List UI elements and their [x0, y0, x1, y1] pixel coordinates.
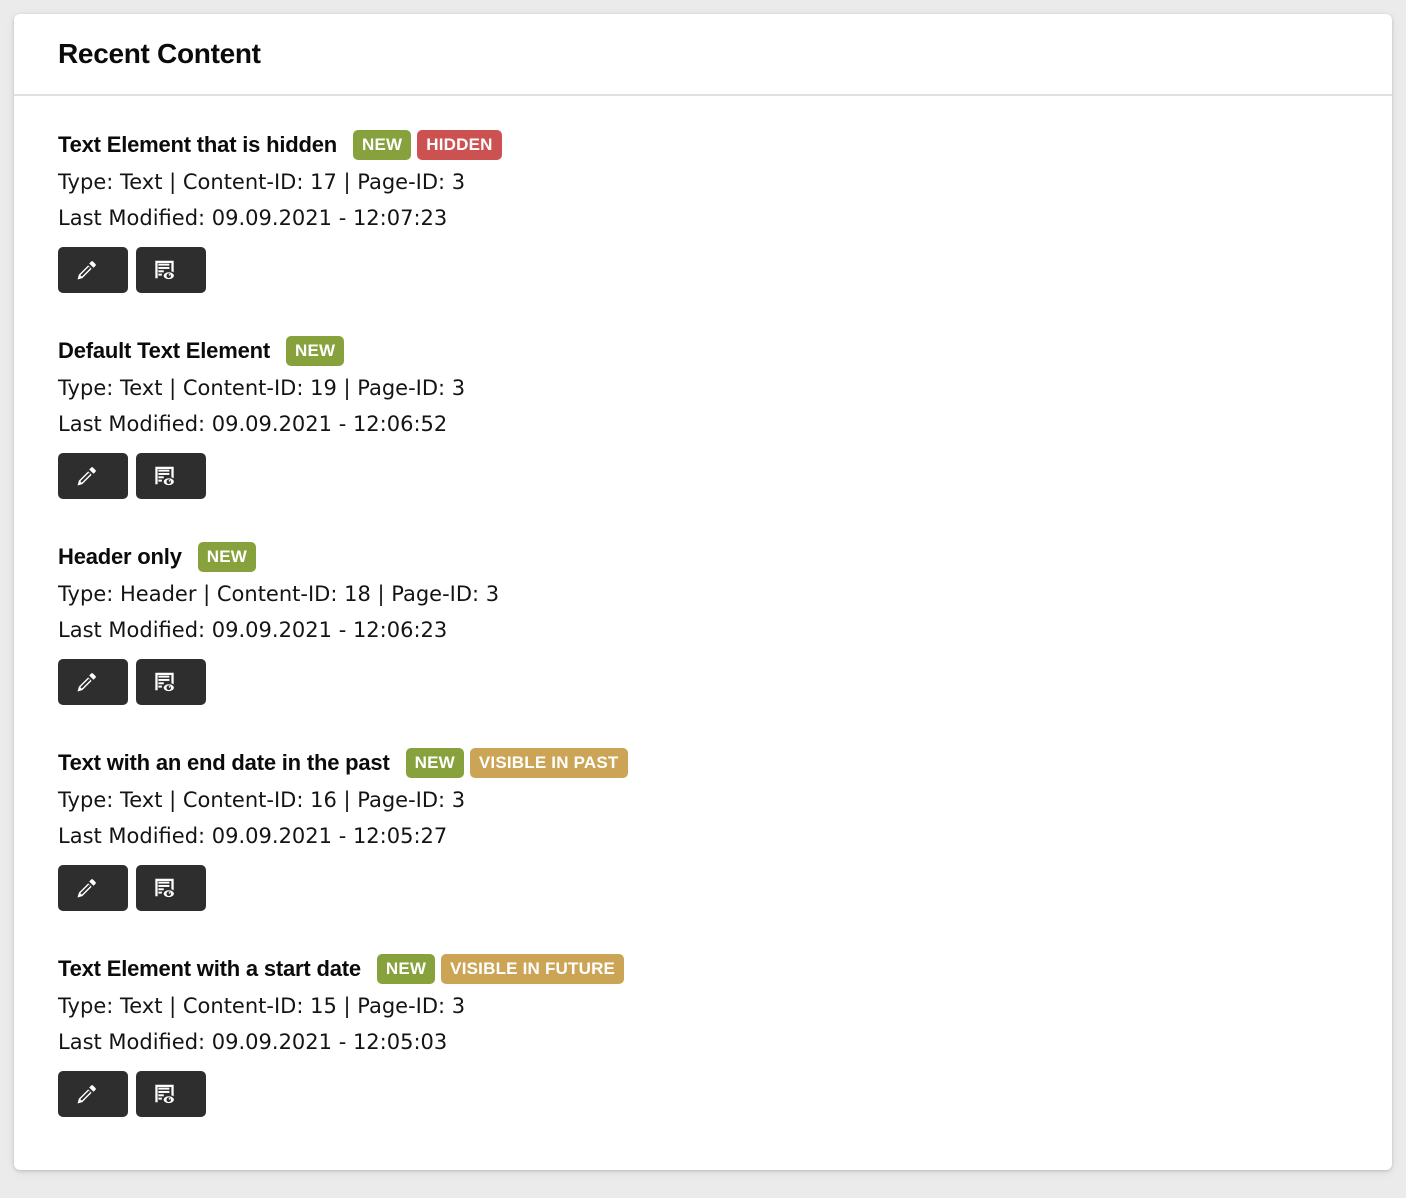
- content-item-header: Text with an end date in the past NEW VIS…: [58, 748, 1348, 778]
- pencil-icon: [74, 258, 99, 283]
- status-badge: VISIBLE IN FUTURE: [441, 954, 625, 984]
- status-badge: HIDDEN: [417, 130, 502, 160]
- badge-group: NEW: [285, 336, 345, 366]
- content-item: Text Element that is hidden NEW HIDDEN Ty…: [58, 130, 1348, 293]
- content-item-header: Default Text Element NEW: [58, 336, 1348, 366]
- content-item-actions: [58, 659, 1348, 705]
- content-item: Default Text Element NEW Type: Text | Co…: [58, 336, 1348, 499]
- page-preview-icon: [152, 464, 177, 489]
- content-item-meta: Type: Text | Content-ID: 17 | Page-ID: 3: [58, 170, 466, 194]
- content-item-title: Text Element that is hidden: [58, 132, 338, 157]
- edit-button[interactable]: [58, 247, 128, 293]
- badge-group: NEW VISIBLE IN PAST: [405, 748, 628, 778]
- panel-header: Recent Content: [14, 14, 1392, 96]
- pencil-icon: [74, 670, 99, 695]
- pencil-icon: [74, 876, 99, 901]
- edit-button[interactable]: [58, 659, 128, 705]
- recent-content-panel: Recent Content Text Element that is hidd…: [14, 14, 1392, 1170]
- pencil-icon: [74, 1082, 99, 1107]
- content-item: Text with an end date in the past NEW VIS…: [58, 748, 1348, 911]
- content-item-meta: Type: Text | Content-ID: 15 | Page-ID: 3: [58, 994, 466, 1018]
- edit-button[interactable]: [58, 865, 128, 911]
- page-preview-icon: [152, 876, 177, 901]
- badge-group: NEW: [197, 542, 256, 572]
- status-badge: NEW: [405, 748, 464, 778]
- content-item-actions: [58, 247, 1348, 293]
- show-page-in-backend-button[interactable]: [136, 659, 206, 705]
- status-badge: VISIBLE IN PAST: [469, 748, 628, 778]
- content-item-meta: Type: Text | Content-ID: 19 | Page-ID: 3: [58, 376, 466, 400]
- content-list: Text Element that is hidden NEW HIDDEN Ty…: [14, 96, 1392, 1157]
- page-title: Recent Content: [58, 38, 261, 69]
- content-item-title: Text with an end date in the past: [58, 750, 390, 775]
- content-item-meta: Type: Header | Content-ID: 18 | Page-ID:…: [58, 582, 500, 606]
- page-preview-icon: [152, 1082, 177, 1107]
- content-item-meta: Type: Text | Content-ID: 16 | Page-ID: 3: [58, 788, 466, 812]
- page-preview-icon: [152, 670, 177, 695]
- content-item-header: Header only NEW: [58, 542, 1348, 572]
- badge-group: NEW VISIBLE IN FUTURE: [376, 954, 625, 984]
- page-preview-icon: [152, 258, 177, 283]
- content-item-actions: [58, 1071, 1348, 1117]
- content-item-title: Header only: [58, 544, 182, 569]
- status-badge: NEW: [285, 336, 345, 366]
- status-badge: NEW: [197, 542, 256, 572]
- show-page-in-backend-button[interactable]: [136, 453, 206, 499]
- show-page-in-backend-button[interactable]: [136, 1071, 206, 1117]
- status-badge: NEW: [376, 954, 436, 984]
- content-item-actions: [58, 453, 1348, 499]
- content-item-header: Text Element with a start date NEW VISIBL…: [58, 954, 1348, 984]
- content-item-modified: Last Modified: 09.09.2021 - 12:06:52: [58, 412, 448, 436]
- show-page-in-backend-button[interactable]: [136, 865, 206, 911]
- content-item-title: Default Text Element: [58, 338, 270, 363]
- content-item-modified: Last Modified: 09.09.2021 - 12:07:23: [58, 206, 448, 230]
- edit-button[interactable]: [58, 453, 128, 499]
- content-item: Text Element with a start date NEW VISIBL…: [58, 954, 1348, 1117]
- content-item-modified: Last Modified: 09.09.2021 - 12:05:03: [58, 1030, 448, 1054]
- badge-group: NEW HIDDEN: [353, 130, 502, 160]
- content-item: Header only NEW Type: Header | Content-I…: [58, 542, 1348, 705]
- status-badge: NEW: [353, 130, 412, 160]
- content-item-title: Text Element with a start date: [58, 956, 361, 981]
- edit-button[interactable]: [58, 1071, 128, 1117]
- content-item-modified: Last Modified: 09.09.2021 - 12:06:23: [58, 618, 448, 642]
- content-item-actions: [58, 865, 1348, 911]
- content-item-header: Text Element that is hidden NEW HIDDEN: [58, 130, 1348, 160]
- content-item-modified: Last Modified: 09.09.2021 - 12:05:27: [58, 824, 448, 848]
- show-page-in-backend-button[interactable]: [136, 247, 206, 293]
- pencil-icon: [74, 464, 99, 489]
